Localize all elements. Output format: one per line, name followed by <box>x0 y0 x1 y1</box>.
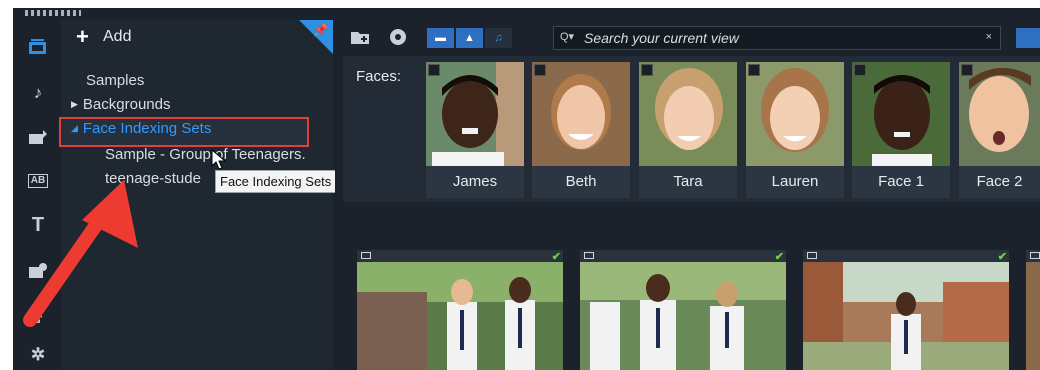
clear-search-icon[interactable]: × <box>986 31 992 43</box>
face-photo <box>532 62 630 166</box>
add-button[interactable]: Add <box>103 28 131 46</box>
media-library-icon[interactable] <box>25 34 51 60</box>
face-card-james[interactable]: James <box>426 62 524 198</box>
face-photo <box>852 62 950 166</box>
search-input[interactable] <box>584 29 964 47</box>
face-checkbox[interactable] <box>641 64 653 76</box>
face-name: Face 1 <box>878 173 924 190</box>
clips-grid: ✔ ✔ ✔ <box>343 250 1040 370</box>
face-checkbox[interactable] <box>854 64 866 76</box>
face-name: Face 2 <box>976 173 1023 190</box>
face-photo <box>639 62 737 166</box>
face-checkbox[interactable] <box>534 64 546 76</box>
face-card-beth[interactable]: Beth <box>532 62 630 198</box>
add-plus-icon[interactable]: + <box>76 24 89 50</box>
face-name: Beth <box>565 173 597 190</box>
tree-node-face-indexing-sets[interactable]: ◢ Face Indexing Sets <box>71 120 211 137</box>
tree-node-backgrounds-label: Backgrounds <box>82 96 171 113</box>
face-photo <box>746 62 844 166</box>
face-name: Lauren <box>771 173 819 190</box>
search-icon[interactable]: Q▾ <box>560 30 574 43</box>
video-clip-thumbnail[interactable]: ✔ <box>580 250 786 370</box>
tree-node-backgrounds[interactable]: ▶ Backgrounds <box>71 96 170 113</box>
drag-grip[interactable] <box>25 10 81 16</box>
view-toggle-button[interactable] <box>1016 28 1040 48</box>
face-card-face-2[interactable]: Face 2 <box>959 62 1040 198</box>
expand-triangle-icon[interactable]: ▶ <box>71 99 78 110</box>
import-disc-icon[interactable] <box>387 26 409 48</box>
content-area: ▬ ▲ ♫ Q▾ × Faces: James <box>335 20 1040 370</box>
content-toolbar: ▬ ▲ ♫ Q▾ × <box>335 20 1040 54</box>
show-audio-button[interactable]: ♫ <box>485 28 512 48</box>
face-photo <box>959 62 1040 166</box>
faces-label: Faces: <box>356 68 402 85</box>
tooltip: Face Indexing Sets <box>215 170 337 193</box>
face-name: Tara <box>673 173 703 190</box>
faces-panel: Faces: James Beth Tara Lauren Face 1 Fac… <box>343 56 1040 202</box>
face-card-lauren[interactable]: Lauren <box>746 62 844 198</box>
face-name: James <box>452 173 498 190</box>
pin-icon[interactable]: 📌 <box>313 23 328 37</box>
search-box: Q▾ × <box>553 26 1001 50</box>
show-video-button[interactable]: ▬ <box>427 28 454 48</box>
face-card-tara[interactable]: Tara <box>639 62 737 198</box>
face-photo <box>426 62 524 166</box>
video-clip-thumbnail[interactable]: ✔ <box>357 250 563 370</box>
face-checkbox[interactable] <box>748 64 760 76</box>
mouse-cursor-icon <box>211 149 227 170</box>
collapse-triangle-icon[interactable]: ◢ <box>71 123 78 134</box>
face-card-face-1[interactable]: Face 1 <box>852 62 950 198</box>
library-header: + Add 📌 <box>61 20 333 54</box>
face-checkbox[interactable] <box>428 64 440 76</box>
add-folder-icon[interactable] <box>349 26 371 48</box>
video-clip-icon <box>361 252 371 259</box>
show-photo-button[interactable]: ▲ <box>456 28 483 48</box>
audio-icon[interactable]: ♪ <box>25 80 51 106</box>
tree-node-samples[interactable]: Samples <box>86 72 144 89</box>
video-clip-icon <box>1030 252 1040 259</box>
video-clip-thumbnail-partial[interactable] <box>1026 250 1040 370</box>
video-clip-icon <box>584 252 594 259</box>
tree-node-face-indexing-sets-label: Face Indexing Sets <box>82 120 212 137</box>
instant-project-icon[interactable] <box>25 124 51 150</box>
face-checkbox[interactable] <box>961 64 973 76</box>
magic-wand-icon[interactable]: ✲ <box>25 342 51 368</box>
annotation-arrow <box>23 180 138 327</box>
video-clip-thumbnail[interactable]: ✔ <box>803 250 1009 370</box>
video-clip-icon <box>807 252 817 259</box>
